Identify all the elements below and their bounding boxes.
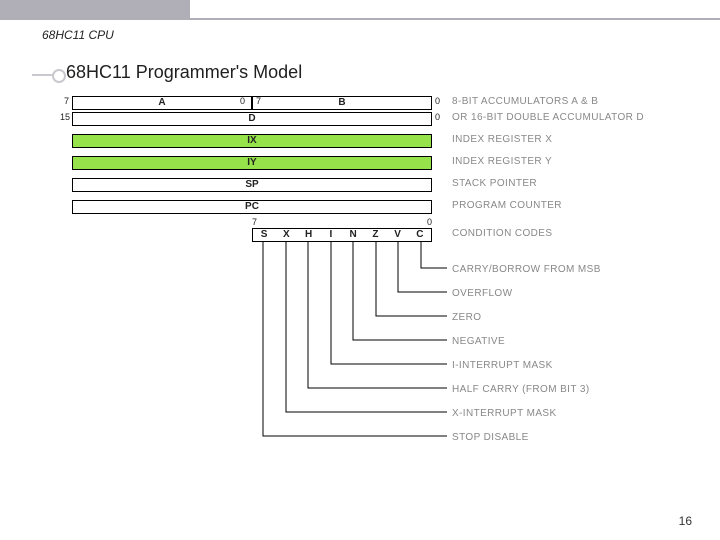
desc-d: OR 16-BIT DOUBLE ACCUMULATOR D (452, 112, 644, 123)
row-iy: IY INDEX REGISTER Y (72, 156, 672, 170)
title-bullet-icon (32, 74, 60, 76)
ccr-bit-N: N (342, 229, 364, 241)
reg-IX: IX (72, 134, 432, 148)
bitnum: 0 (427, 217, 432, 227)
row-accumulator-d: 15 D 0 OR 16-BIT DOUBLE ACCUMULATOR D (72, 112, 672, 126)
bitnum: 0 (435, 96, 440, 106)
row-pc: PC PROGRAM COUNTER (72, 200, 672, 214)
desc-sp: STACK POINTER (452, 178, 537, 189)
slide-accent-line (0, 18, 720, 20)
ccr-bit-Z: Z (364, 229, 386, 241)
slide-accent-bar (0, 0, 190, 18)
reg-SP: SP (72, 178, 432, 192)
ccr-bit-I: I (320, 229, 342, 241)
desc-pc: PROGRAM COUNTER (452, 200, 562, 211)
flag-imask: I-INTERRUPT MASK (452, 360, 553, 371)
reg-B: B (252, 96, 432, 110)
flag-carry: CARRY/BORROW FROM MSB (452, 264, 601, 275)
row-accumulators-ab: 7 A 0 7 B 0 8-BIT ACCUMULATORS A & B (72, 96, 672, 110)
ccr-bit-X: X (275, 229, 297, 241)
row-sp: SP STACK POINTER (72, 178, 672, 192)
flag-negative: NEGATIVE (452, 336, 505, 347)
page-title: 68HC11 Programmer's Model (66, 62, 302, 83)
bitnum: 7 (252, 217, 257, 227)
reg-A: A (72, 96, 252, 110)
ccr-bit-S: S (253, 229, 275, 241)
ccr-bit-H: H (298, 229, 320, 241)
reg-CCR: S X H I N Z V C (252, 228, 432, 242)
flag-stop: STOP DISABLE (452, 432, 529, 443)
programmer-model-diagram: 7 A 0 7 B 0 8-BIT ACCUMULATORS A & B 15 … (72, 96, 672, 250)
desc-accumulators: 8-BIT ACCUMULATORS A & B (452, 96, 598, 107)
row-ix: IX INDEX REGISTER X (72, 134, 672, 148)
desc-ccr: CONDITION CODES (452, 228, 552, 239)
ccr-bit-V: V (387, 229, 409, 241)
breadcrumb: 68HC11 CPU (42, 28, 114, 42)
page-number: 16 (679, 514, 692, 528)
flag-halfcarry: HALF CARRY (FROM BIT 3) (452, 384, 590, 395)
reg-D: D (72, 112, 432, 126)
ccr-flag-lines (252, 242, 452, 462)
flag-overflow: OVERFLOW (452, 288, 512, 299)
reg-PC: PC (72, 200, 432, 214)
flag-zero: ZERO (452, 312, 481, 323)
bitnum: 15 (60, 112, 70, 122)
bitnum: 7 (64, 96, 69, 106)
ccr-bitnums: 7 0 (252, 217, 432, 227)
ccr-bit-C: C (409, 229, 431, 241)
row-ccr: 7 0 S X H I N Z V C CONDITION CODES (72, 228, 672, 242)
bitnum: 0 (240, 96, 245, 106)
desc-iy: INDEX REGISTER Y (452, 156, 552, 167)
flag-xmask: X-INTERRUPT MASK (452, 408, 557, 419)
reg-IY: IY (72, 156, 432, 170)
desc-ix: INDEX REGISTER X (452, 134, 552, 145)
bitnum: 0 (435, 112, 440, 122)
